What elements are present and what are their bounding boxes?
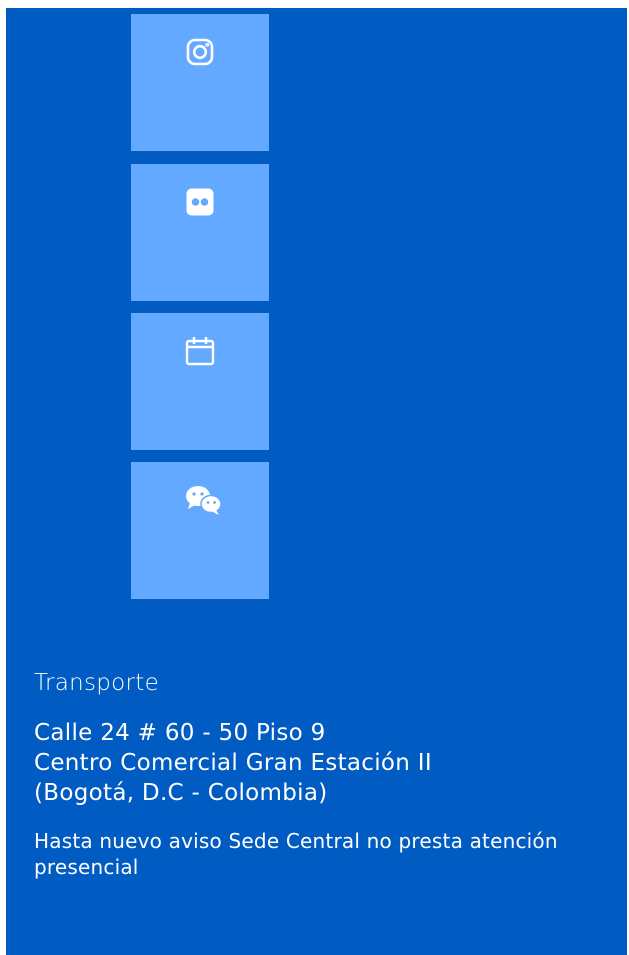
address-line: Calle 24 # 60 - 50 Piso 9 [34, 720, 326, 746]
contact-info: Transporte Calle 24 # 60 - 50 Piso 9 Cen… [34, 668, 594, 880]
address-line: (Bogotá, D.C - Colombia) [34, 780, 328, 806]
footer-panel: Transporte Calle 24 # 60 - 50 Piso 9 Cen… [6, 8, 627, 955]
instagram-icon [184, 36, 216, 68]
footer-heading: Transporte [34, 670, 160, 696]
wechat-icon [184, 484, 222, 516]
instagram-link-tile[interactable] [131, 14, 269, 151]
service-notice: Hasta nuevo aviso Sede Central no presta… [34, 829, 558, 879]
calendar-link-tile[interactable] [131, 313, 269, 450]
flickr-link-tile[interactable] [131, 164, 269, 301]
address-line: Centro Comercial Gran Estación II [34, 750, 432, 776]
flickr-icon [184, 186, 216, 218]
address-block: Calle 24 # 60 - 50 Piso 9 Centro Comerci… [34, 718, 594, 808]
wechat-link-tile[interactable] [131, 462, 269, 599]
calendar-icon [184, 335, 216, 367]
